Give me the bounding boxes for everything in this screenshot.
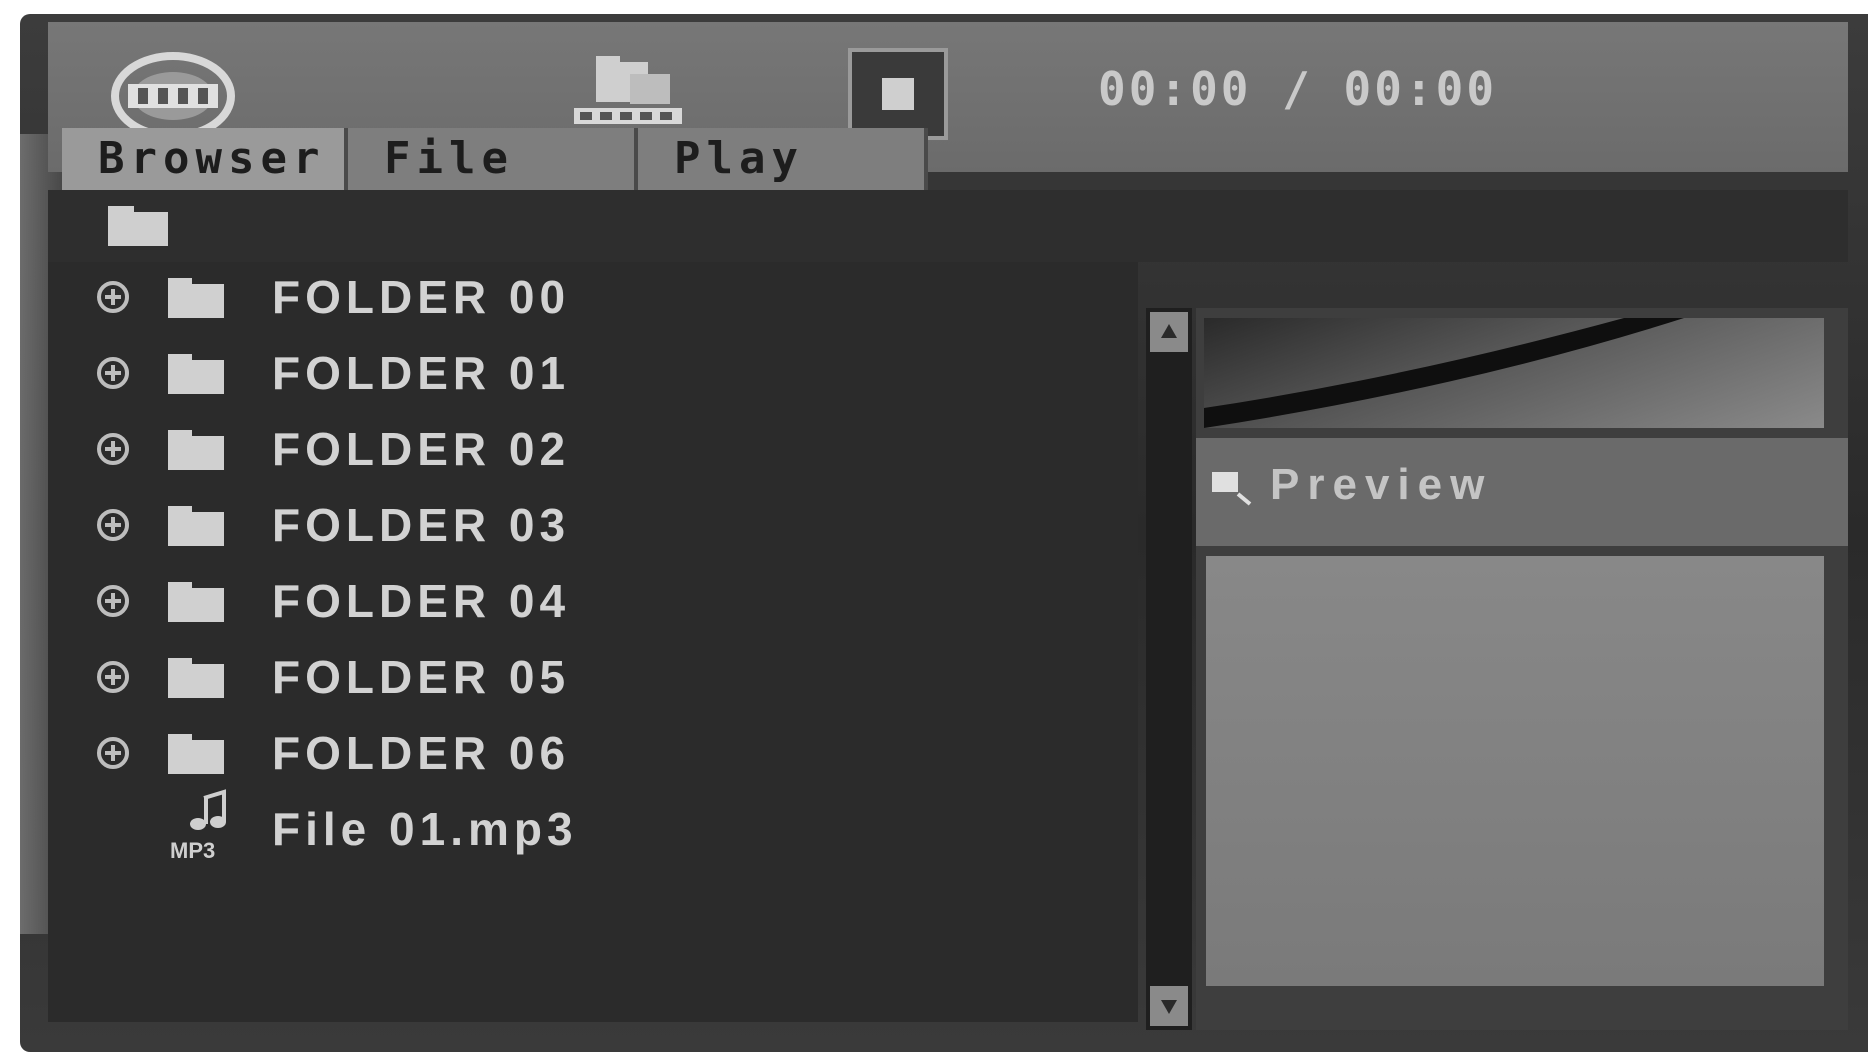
- folder-icon: [166, 502, 230, 550]
- expand-icon[interactable]: [96, 508, 130, 542]
- list-item[interactable]: FOLDER 04: [48, 566, 1128, 636]
- preview-panel: Preview: [1196, 308, 1848, 1030]
- preview-title-bar: Preview: [1196, 438, 1848, 546]
- expand-icon[interactable]: [96, 432, 130, 466]
- preview-display: [1206, 556, 1824, 986]
- expand-icon[interactable]: [96, 356, 130, 390]
- list-item-label: FOLDER 03: [272, 499, 571, 551]
- preview-icon: [1210, 468, 1256, 508]
- folder-icon: [166, 730, 230, 778]
- list-item[interactable]: FOLDER 06: [48, 718, 1128, 788]
- list-item-label: FOLDER 02: [272, 423, 571, 475]
- list-item-label: FOLDER 05: [272, 651, 571, 703]
- expand-icon[interactable]: [96, 736, 130, 770]
- list-item[interactable]: FOLDER 05: [48, 642, 1128, 712]
- mp3-file-icon: MP3: [166, 788, 246, 864]
- path-bar: [48, 190, 1848, 262]
- tab-play-list[interactable]: Play list: [638, 128, 928, 246]
- tab-browser[interactable]: Browser: [62, 128, 348, 190]
- folder-icon: [166, 350, 230, 398]
- list-item-label: FOLDER 04: [272, 575, 571, 627]
- folder-icon: [166, 274, 230, 322]
- arrow-up-icon: [1161, 324, 1177, 338]
- preview-label: Preview: [1270, 460, 1493, 509]
- folder-icon: [166, 426, 230, 474]
- list-item-label: FOLDER 01: [272, 347, 571, 399]
- list-scrollbar[interactable]: [1146, 308, 1192, 1030]
- folder-icon: [166, 654, 230, 702]
- expand-icon[interactable]: [96, 660, 130, 694]
- list-item[interactable]: FOLDER 03: [48, 490, 1128, 560]
- folder-icon: [166, 578, 230, 626]
- playback-time: 00:00 / 00:00: [1098, 62, 1498, 116]
- list-item[interactable]: FOLDER 01: [48, 338, 1128, 408]
- stop-icon: [882, 78, 914, 110]
- parent-folder-icon[interactable]: [108, 200, 172, 248]
- tab-file-list[interactable]: File list: [348, 128, 638, 246]
- scroll-up-button[interactable]: [1150, 312, 1188, 352]
- arrow-down-icon: [1161, 1000, 1177, 1014]
- list-item[interactable]: MP3 File 01.mp3: [48, 789, 1128, 864]
- expand-icon[interactable]: [96, 584, 130, 618]
- list-item-label: FOLDER 06: [272, 727, 571, 779]
- expand-icon[interactable]: [96, 280, 130, 314]
- list-item[interactable]: FOLDER 00: [48, 262, 1128, 332]
- stop-button[interactable]: [848, 48, 948, 140]
- list-item[interactable]: FOLDER 02: [48, 414, 1128, 484]
- preview-header-graphic: [1204, 318, 1824, 428]
- list-item-label: FOLDER 00: [272, 271, 571, 323]
- file-browser-list: FOLDER 00 FOLDER 01 FOLDER 02 FOLDER 03: [48, 262, 1138, 1022]
- mp3-icon-text: MP3: [170, 838, 215, 863]
- list-item-label: File 01.mp3: [272, 803, 578, 855]
- scroll-down-button[interactable]: [1150, 986, 1188, 1026]
